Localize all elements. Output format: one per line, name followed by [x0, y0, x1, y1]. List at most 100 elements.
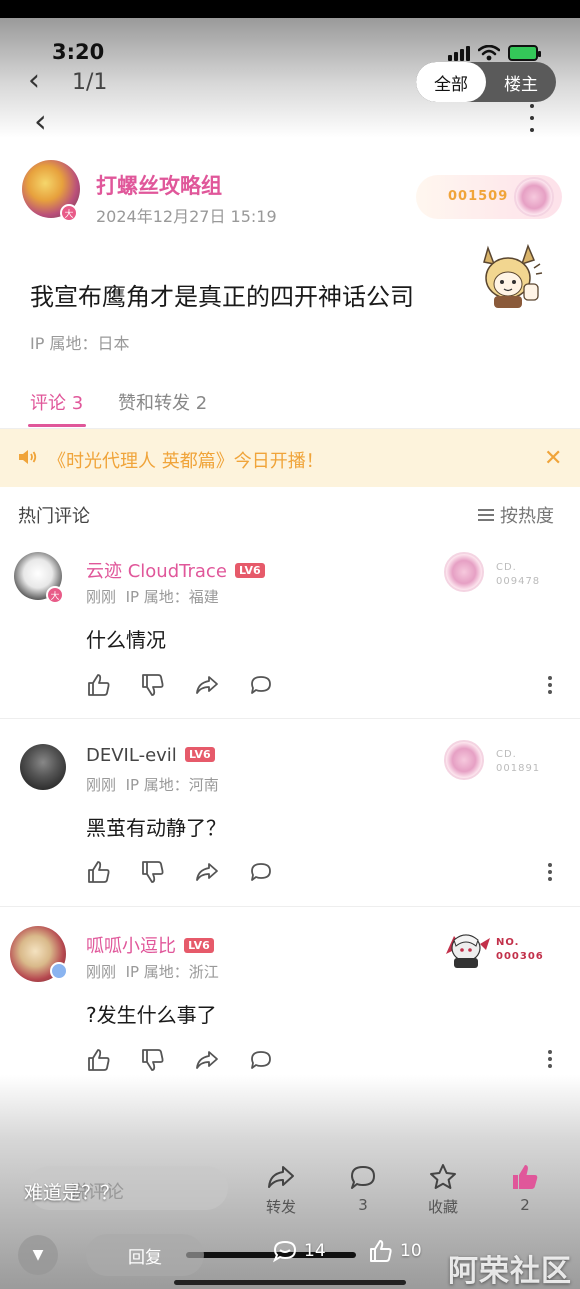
reply-like-count: 10: [400, 1241, 422, 1261]
like-count: 2: [520, 1196, 530, 1214]
thumbs-down-icon[interactable]: [140, 672, 166, 698]
comment-actions: [86, 1047, 274, 1073]
comment-more-icon[interactable]: [548, 1050, 552, 1068]
comment-divider: [0, 906, 580, 907]
reply-bubble-icon[interactable]: [248, 859, 274, 885]
tab-comments[interactable]: 评论 3: [30, 389, 83, 415]
comment-button[interactable]: 3: [348, 1162, 378, 1214]
reply-bubble-icon[interactable]: [248, 1047, 274, 1073]
share-icon: [268, 1166, 294, 1188]
medal-prefix: NO.: [496, 937, 520, 948]
comment-meta: 刚刚 IP 属地：福建: [86, 586, 219, 607]
level-badge: LV6: [184, 938, 214, 953]
comment-text: 什么情况: [86, 628, 166, 652]
back-icon[interactable]: ‹: [34, 102, 47, 140]
tab-likes-shares[interactable]: 赞和转发 2: [118, 389, 207, 415]
comment-meta: 刚刚 IP 属地：浙江: [86, 961, 219, 982]
like-button[interactable]: 2: [510, 1162, 540, 1214]
medal-prefix: CD.: [496, 562, 517, 573]
reply-like-stat[interactable]: 10: [368, 1238, 422, 1264]
comment-medal-icon[interactable]: [444, 740, 484, 780]
image-page-indicator: 1/1: [72, 70, 108, 95]
character-sticker-icon: [483, 243, 543, 308]
share-icon[interactable]: [194, 672, 220, 698]
reply-comment-stat[interactable]: 14: [272, 1238, 326, 1264]
share-icon[interactable]: [194, 859, 220, 885]
comment-author-name[interactable]: 云迹 CloudTrace: [86, 561, 227, 582]
comment-medal-icon[interactable]: [444, 552, 484, 592]
sort-icon: [478, 509, 494, 521]
medal-icon: [514, 177, 554, 217]
more-icon[interactable]: [524, 104, 540, 132]
comment-actions: [86, 859, 274, 885]
comment-bubble-icon: [272, 1240, 297, 1263]
thumbs-up-icon[interactable]: [86, 859, 112, 885]
comment-author[interactable]: 呱呱小逗比 LV6: [86, 932, 214, 958]
comment-time: 刚刚: [86, 776, 117, 794]
collapse-down-icon[interactable]: ▼: [18, 1235, 58, 1275]
watermark-text: 阿荣社区: [448, 1254, 572, 1289]
wifi-icon: [478, 45, 500, 61]
thumbs-up-icon[interactable]: [86, 672, 112, 698]
comment-author[interactable]: DEVIL-evil LV6: [86, 745, 215, 766]
post-title: 我宣布鹰角才是真正的四开神话公司: [30, 283, 414, 311]
speaker-icon: [19, 450, 37, 464]
comment-text: ?发生什么事了: [86, 1003, 217, 1027]
battery-icon: [508, 45, 541, 61]
status-time: 3:20: [52, 40, 105, 64]
status-icons: [448, 42, 541, 64]
comment-actions: [86, 672, 274, 698]
post-ip-location: IP 属地：日本: [30, 334, 130, 353]
medal-no: 000306: [496, 951, 544, 962]
medal-no: 001891: [496, 763, 541, 774]
image-viewer-back-icon[interactable]: ‹: [28, 66, 40, 96]
share-button[interactable]: 转发: [266, 1162, 296, 1217]
filter-segment[interactable]: 全部 楼主: [416, 62, 556, 102]
favorite-label: 收藏: [428, 1198, 459, 1216]
comment-author[interactable]: 云迹 CloudTrace LV6: [86, 557, 265, 583]
thumbs-up-icon[interactable]: [86, 1047, 112, 1073]
thumbs-down-icon[interactable]: [140, 1047, 166, 1073]
close-icon[interactable]: ✕: [544, 446, 562, 471]
home-indicator: [174, 1280, 406, 1285]
hot-comments-label: 热门评论: [18, 506, 90, 527]
level-badge: LV6: [234, 563, 265, 578]
sort-button[interactable]: 按热度: [478, 502, 554, 528]
post-date: 2024年12月27日 15:19: [96, 207, 277, 226]
comment-avatar[interactable]: [20, 744, 66, 790]
comment-count: 3: [358, 1196, 368, 1214]
comment-author-name[interactable]: 呱呱小逗比: [86, 936, 176, 957]
comment-meta: 刚刚 IP 属地：河南: [86, 774, 219, 795]
comment-medal-number: NO. 000306: [496, 936, 544, 964]
notice-text[interactable]: 《时光代理人 英都篇》今日开播！: [48, 447, 324, 473]
star-icon: [430, 1164, 456, 1189]
comment-ip: IP 属地：福建: [125, 588, 219, 606]
segment-op-only[interactable]: 楼主: [486, 62, 556, 102]
character-medal-icon[interactable]: [440, 924, 492, 970]
comment-ip: IP 属地：浙江: [125, 963, 219, 981]
sort-label: 按热度: [500, 506, 554, 527]
comment-text: 黑茧有动静了？: [86, 816, 226, 840]
medal-prefix: CD.: [496, 749, 517, 760]
reply-button[interactable]: 回复: [86, 1234, 204, 1276]
author-name[interactable]: 打螺丝攻略组: [96, 170, 222, 200]
medal-number: 001509: [448, 189, 509, 204]
comment-divider: [0, 718, 580, 719]
medal-no: 009478: [496, 576, 541, 587]
comment-time: 刚刚: [86, 588, 117, 606]
thumbs-up-icon: [370, 1240, 392, 1262]
comment-more-icon[interactable]: [548, 676, 552, 694]
comment-avatar-badge-icon: 大: [46, 586, 64, 604]
segment-all[interactable]: 全部: [416, 62, 486, 102]
share-icon[interactable]: [194, 1047, 220, 1073]
comment-bubble-icon: [351, 1166, 375, 1189]
reply-bubble-icon[interactable]: [248, 672, 274, 698]
image-caption-overlay: 难道是？？: [24, 1182, 120, 1204]
thumbs-down-icon[interactable]: [140, 859, 166, 885]
comment-avatar-badge-icon: [50, 962, 68, 980]
favorite-button[interactable]: 收藏: [428, 1162, 458, 1217]
tab-active-indicator: [28, 424, 86, 427]
comment-author-name[interactable]: DEVIL-evil: [86, 745, 177, 766]
image-progress-bar: [186, 1252, 356, 1258]
comment-more-icon[interactable]: [548, 863, 552, 881]
